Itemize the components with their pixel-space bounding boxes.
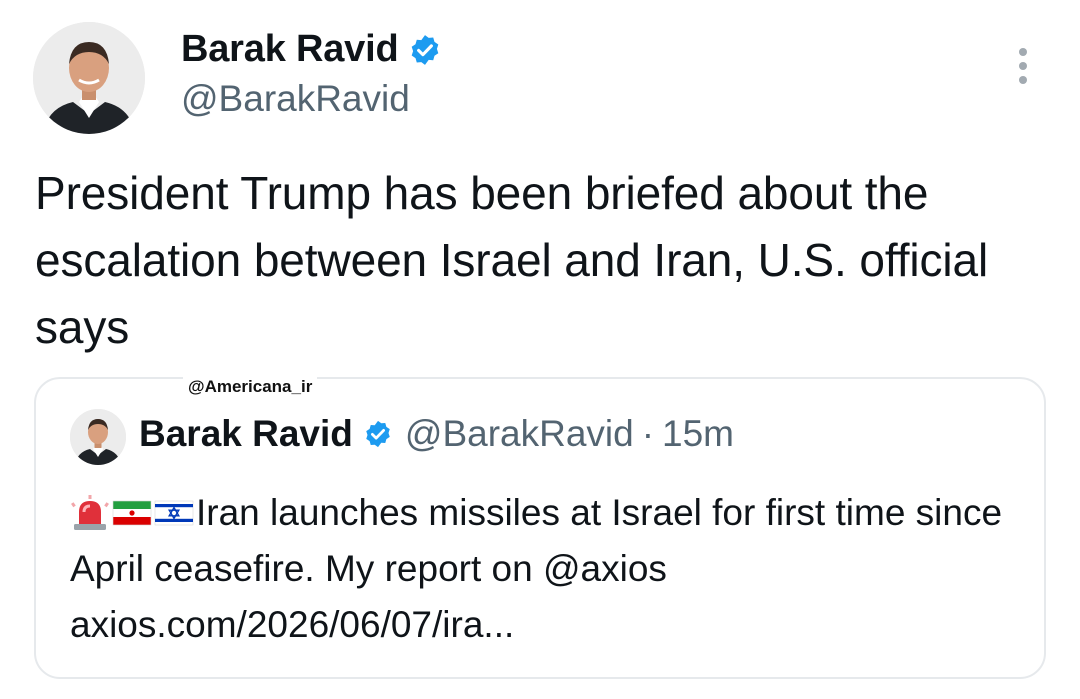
- verified-badge-icon: [408, 33, 442, 67]
- watermark: @Americana_ir: [183, 377, 318, 397]
- rotating-light-icon: [70, 495, 110, 531]
- quoted-timestamp[interactable]: 15m: [662, 413, 734, 455]
- israel-flag-icon: [154, 495, 194, 531]
- quoted-text: Iran launches missiles at Israel for fir…: [70, 485, 1020, 653]
- author-handle[interactable]: @BarakRavid: [181, 78, 410, 120]
- separator-dot: ·: [641, 413, 655, 454]
- tweet-card: Barak Ravid @BarakRavid President Trump …: [0, 0, 1080, 699]
- quoted-author-name[interactable]: Barak Ravid: [139, 413, 353, 455]
- quoted-text-content: Iran launches missiles at Israel for fir…: [70, 492, 1003, 645]
- profile-photo: [33, 22, 145, 134]
- iran-flag-icon: [112, 495, 152, 531]
- tweet-text: President Trump has been briefed about t…: [35, 167, 989, 353]
- more-vertical-icon[interactable]: [1008, 44, 1038, 88]
- quoted-author-handle[interactable]: @BarakRavid: [405, 413, 634, 455]
- verified-badge-icon: [363, 419, 393, 449]
- profile-photo: [70, 409, 126, 465]
- quoted-author-avatar[interactable]: [70, 409, 126, 465]
- author-name[interactable]: Barak Ravid: [181, 28, 399, 71]
- author-avatar[interactable]: [33, 22, 145, 134]
- quoted-tweet[interactable]: Barak Ravid @BarakRavid · 15m Iran launc…: [34, 377, 1046, 679]
